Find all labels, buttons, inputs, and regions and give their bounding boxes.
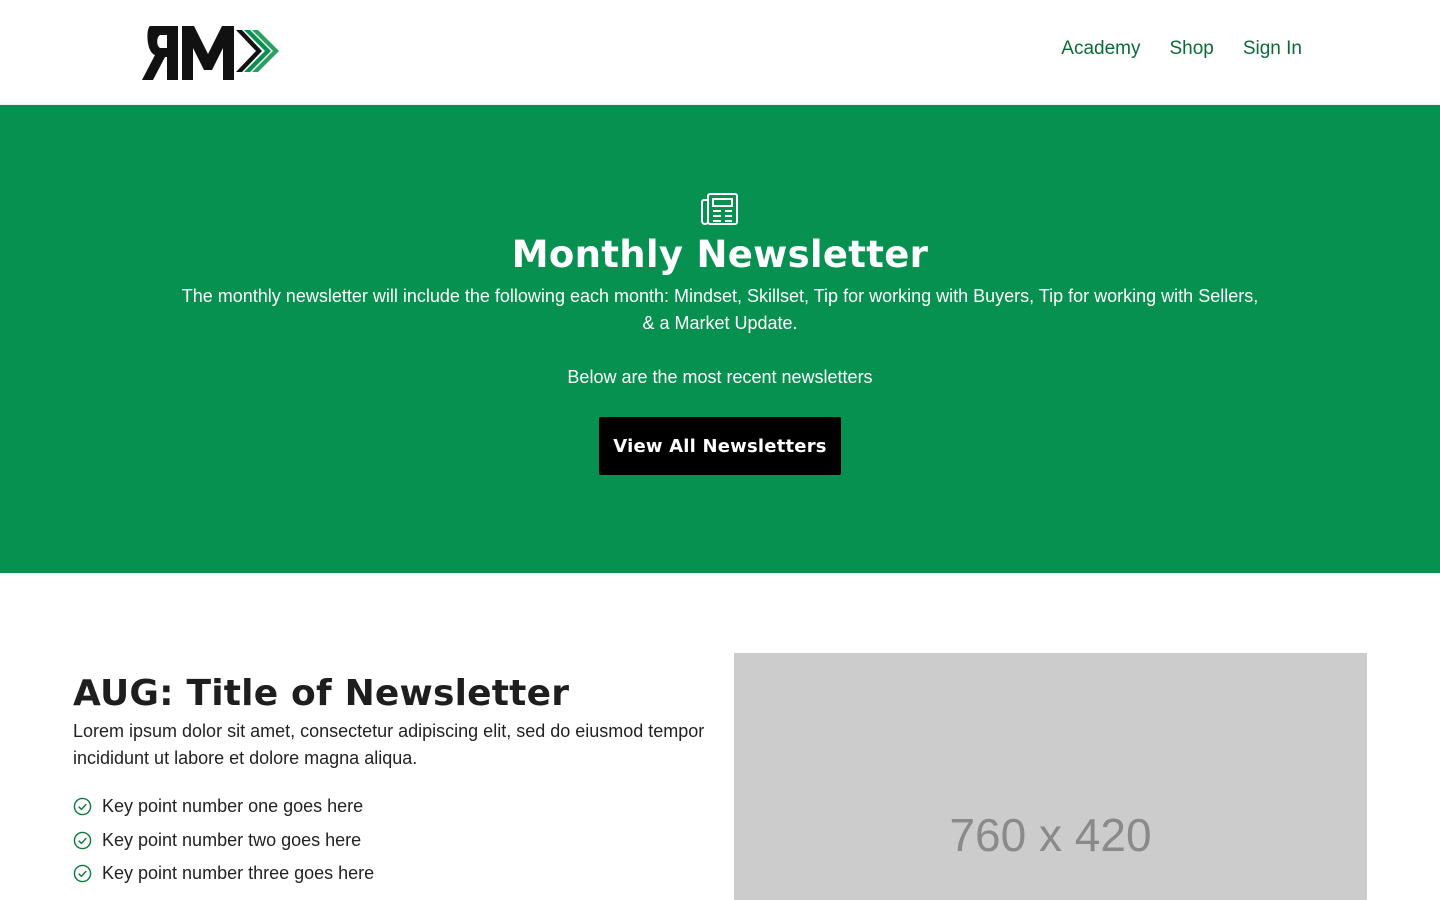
newsletter-image-placeholder: 760 x 420	[734, 653, 1367, 900]
check-circle-icon	[73, 864, 92, 883]
hero-description: The monthly newsletter will include the …	[181, 286, 1259, 333]
nav-academy-link[interactable]: Academy	[1061, 38, 1140, 60]
key-points-list: Key point number one goes here Key point…	[73, 790, 374, 891]
logo[interactable]	[142, 20, 282, 82]
page-title: Monthly Newsletter	[511, 233, 929, 276]
newsletter-title: AUG: Title of Newsletter	[73, 673, 570, 714]
key-point-text: Key point number three goes here	[102, 863, 375, 884]
newsletter-description: Lorem ipsum dolor sit amet, consectetur …	[73, 721, 705, 768]
list-item: Key point number three goes here	[73, 857, 374, 891]
nav-shop-link[interactable]: Shop	[1169, 38, 1213, 60]
main-nav: Academy Shop Sign In	[1061, 38, 1302, 60]
hero-section: Monthly Newsletter The monthly newslette…	[0, 105, 1440, 573]
newspaper-icon	[701, 193, 738, 225]
check-circle-icon	[73, 831, 92, 850]
key-point-text: Key point number one goes here	[102, 796, 364, 817]
view-all-newsletters-button[interactable]: View All Newsletters	[599, 417, 841, 475]
key-point-text: Key point number two goes here	[102, 829, 362, 850]
list-item: Key point number one goes here	[73, 790, 374, 824]
nav-sign-in-link[interactable]: Sign In	[1243, 38, 1302, 60]
list-item: Key point number two goes here	[73, 824, 374, 858]
site-header: Academy Shop Sign In	[0, 0, 1440, 105]
check-circle-icon	[73, 797, 92, 816]
hero-subtitle: Below are the most recent newsletters	[567, 367, 873, 387]
placeholder-dimensions: 760 x 420	[949, 809, 1152, 861]
